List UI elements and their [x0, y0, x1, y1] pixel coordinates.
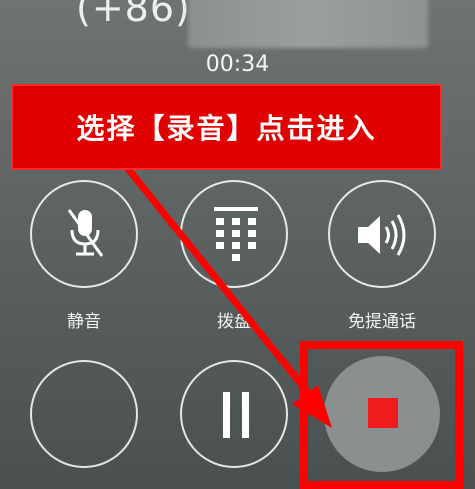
instruction-banner: 选择【录音】点击进入 — [11, 84, 442, 170]
instruction-text: 选择【录音】点击进入 — [76, 112, 377, 145]
annotation-arrow — [122, 162, 332, 428]
